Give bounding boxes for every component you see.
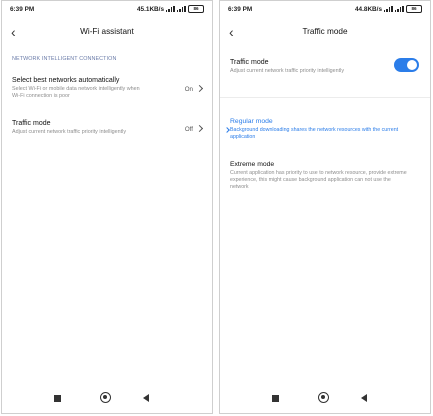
item-title: Select best networks automatically — [12, 77, 120, 84]
status-right: 45.1KB/s 86 — [137, 5, 204, 13]
mode-title: Regular mode — [230, 118, 273, 125]
status-bar: 6:39 PM 44.8KB/s 86 — [220, 1, 430, 17]
recents-icon[interactable] — [54, 395, 61, 402]
nav-bar — [220, 391, 430, 407]
battery-icon: 86 — [188, 5, 204, 13]
traffic-mode-item[interactable]: Traffic mode Adjust current network traf… — [12, 120, 204, 136]
divider — [220, 97, 430, 98]
phone-screen-wifi-assistant: 6:39 PM 45.1KB/s 86 ‹ Wi-Fi assistant NE… — [1, 0, 213, 414]
chevron-right-icon — [195, 84, 204, 93]
signal-icon — [166, 6, 175, 12]
item-desc: Adjust current network traffic priority … — [12, 129, 127, 135]
regular-mode-option[interactable]: Regular mode Background downloading shar… — [224, 118, 422, 141]
item-value: On — [184, 86, 193, 93]
mode-title: Extreme mode — [230, 161, 275, 168]
signal-icon — [395, 6, 404, 12]
network-speed: 44.8KB/s — [355, 5, 382, 13]
item-title: Traffic mode — [12, 120, 51, 127]
page-title: Wi-Fi assistant — [80, 27, 134, 36]
section-label: NETWORK INTELLIGENT CONNECTION — [12, 56, 117, 62]
traffic-mode-toggle[interactable] — [394, 58, 419, 72]
toggle-knob — [407, 60, 417, 70]
phone-screen-traffic-mode: 6:39 PM 44.8KB/s 86 ‹ Traffic mode Traff… — [219, 0, 431, 414]
battery-icon: 86 — [406, 5, 422, 13]
status-right: 44.8KB/s 86 — [355, 5, 422, 13]
signal-icon — [177, 6, 186, 12]
item-value: Off — [184, 126, 193, 133]
extreme-mode-option[interactable]: Extreme mode Current application has pri… — [230, 161, 422, 190]
header: ‹ Wi-Fi assistant — [2, 21, 212, 43]
recents-icon[interactable] — [272, 395, 279, 402]
home-icon[interactable] — [100, 392, 111, 403]
selected-check-icon — [224, 127, 230, 133]
signal-icon — [384, 6, 393, 12]
home-icon[interactable] — [318, 392, 329, 403]
mode-desc: Current application has priority to use … — [230, 170, 407, 190]
header: ‹ Traffic mode — [220, 21, 430, 43]
status-time: 6:39 PM — [228, 6, 253, 13]
item-desc: Adjust current network traffic priority … — [230, 68, 345, 74]
item-title: Traffic mode — [230, 59, 269, 66]
select-best-networks-item[interactable]: Select best networks automatically Selec… — [12, 77, 204, 100]
nav-back-icon[interactable] — [361, 394, 367, 402]
mode-desc: Background downloading shares the networ… — [230, 127, 399, 140]
nav-back-icon[interactable] — [143, 394, 149, 402]
status-time: 6:39 PM — [10, 6, 35, 13]
page-title: Traffic mode — [302, 27, 348, 36]
nav-bar — [2, 391, 212, 407]
traffic-mode-setting: Traffic mode Adjust current network traf… — [230, 59, 386, 75]
item-desc: Select Wi-Fi or mobile data network inte… — [12, 86, 140, 99]
network-speed: 45.1KB/s — [137, 5, 164, 13]
status-bar: 6:39 PM 45.1KB/s 86 — [2, 1, 212, 17]
